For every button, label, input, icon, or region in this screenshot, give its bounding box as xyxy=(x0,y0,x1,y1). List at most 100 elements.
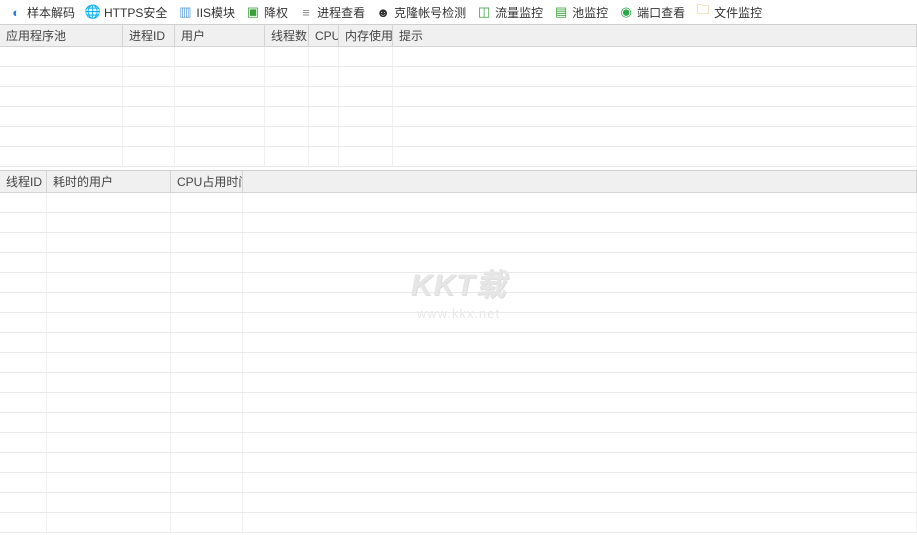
table-row[interactable] xyxy=(0,47,917,67)
table-cell xyxy=(171,373,243,392)
table-row[interactable] xyxy=(0,473,917,493)
table-cell xyxy=(0,293,47,312)
column-header[interactable]: CPU占用时间 xyxy=(171,171,243,192)
table-row[interactable] xyxy=(0,453,917,473)
toolbar-iis-module[interactable]: ▥ IIS模块 xyxy=(175,4,237,21)
table-cell xyxy=(339,67,393,86)
table-cell xyxy=(171,293,243,312)
table-row[interactable] xyxy=(0,433,917,453)
table-row[interactable] xyxy=(0,107,917,127)
table-row[interactable] xyxy=(0,193,917,213)
process-icon: ≡ xyxy=(298,4,314,20)
table-cell xyxy=(0,193,47,212)
lower-priv-icon: ▣ xyxy=(245,4,261,20)
table-row[interactable] xyxy=(0,273,917,293)
table-cell xyxy=(0,333,47,352)
toolbar-label: 文件监控 xyxy=(714,4,762,21)
column-header[interactable]: 提示 xyxy=(393,25,917,46)
table-cell xyxy=(47,493,171,512)
table-cell xyxy=(309,87,339,106)
table-cell xyxy=(175,87,265,106)
table-cell xyxy=(171,493,243,512)
table-cell xyxy=(171,473,243,492)
column-header[interactable]: 耗时的用户 xyxy=(47,171,171,192)
table-cell xyxy=(339,47,393,66)
module-icon: ▥ xyxy=(177,4,193,20)
column-header[interactable]: 内存使用 xyxy=(339,25,393,46)
table-cell xyxy=(123,67,175,86)
table-row[interactable] xyxy=(0,413,917,433)
column-header[interactable]: 进程ID xyxy=(123,25,175,46)
column-header[interactable] xyxy=(243,171,917,192)
table-cell xyxy=(47,413,171,432)
table-cell xyxy=(309,107,339,126)
table-cell xyxy=(47,433,171,452)
thread-table-body[interactable] xyxy=(0,193,917,533)
table-cell xyxy=(393,87,917,106)
toolbar-sample-decode[interactable]: ◐ 样本解码 xyxy=(6,4,77,21)
table-cell xyxy=(175,147,265,166)
table-cell xyxy=(47,513,171,532)
table-cell xyxy=(171,313,243,332)
table-cell xyxy=(0,253,47,272)
table-cell xyxy=(175,67,265,86)
table-cell xyxy=(0,147,123,166)
table-row[interactable] xyxy=(0,213,917,233)
table-row[interactable] xyxy=(0,67,917,87)
table-cell xyxy=(171,393,243,412)
table-cell xyxy=(47,273,171,292)
column-header[interactable]: 线程ID xyxy=(0,171,47,192)
table-row[interactable] xyxy=(0,513,917,533)
table-cell xyxy=(393,47,917,66)
toolbar-process-view[interactable]: ≡ 进程查看 xyxy=(296,4,367,21)
toolbar-file-monitor[interactable]: 🗀 文件监控 xyxy=(693,4,764,21)
table-cell xyxy=(243,433,917,452)
thread-table-header: 线程ID耗时的用户CPU占用时间 xyxy=(0,171,917,193)
table-cell xyxy=(243,373,917,392)
table-cell xyxy=(47,393,171,412)
toolbar-clone-account[interactable]: ☻ 克隆帐号检测 xyxy=(373,4,468,21)
table-cell xyxy=(171,333,243,352)
table-row[interactable] xyxy=(0,87,917,107)
table-cell xyxy=(393,147,917,166)
table-row[interactable] xyxy=(0,313,917,333)
column-header[interactable]: CPU xyxy=(309,25,339,46)
pool-icon: ▤ xyxy=(553,4,569,20)
table-cell xyxy=(339,87,393,106)
table-row[interactable] xyxy=(0,293,917,313)
table-row[interactable] xyxy=(0,147,917,167)
table-cell xyxy=(0,513,47,532)
toolbar-label: HTTPS安全 xyxy=(104,4,167,21)
toolbar-label: 流量监控 xyxy=(495,4,543,21)
toolbar-pool-monitor[interactable]: ▤ 池监控 xyxy=(551,4,610,21)
table-row[interactable] xyxy=(0,333,917,353)
column-header[interactable]: 应用程序池 xyxy=(0,25,123,46)
table-cell xyxy=(339,127,393,146)
table-cell xyxy=(47,473,171,492)
table-cell xyxy=(0,107,123,126)
table-cell xyxy=(47,313,171,332)
table-row[interactable] xyxy=(0,393,917,413)
table-cell xyxy=(175,47,265,66)
column-header[interactable]: 线程数 xyxy=(265,25,309,46)
table-cell xyxy=(0,413,47,432)
table-cell xyxy=(123,47,175,66)
table-cell xyxy=(171,273,243,292)
process-table-body[interactable] xyxy=(0,47,917,167)
table-row[interactable] xyxy=(0,253,917,273)
table-row[interactable] xyxy=(0,233,917,253)
table-row[interactable] xyxy=(0,127,917,147)
table-row[interactable] xyxy=(0,373,917,393)
table-row[interactable] xyxy=(0,493,917,513)
table-row[interactable] xyxy=(0,353,917,373)
table-cell xyxy=(123,127,175,146)
toolbar-port-view[interactable]: ◉ 端口查看 xyxy=(616,4,687,21)
table-cell xyxy=(47,353,171,372)
toolbar-traffic-monitor[interactable]: ◫ 流量监控 xyxy=(474,4,545,21)
toolbar-lower-priv[interactable]: ▣ 降权 xyxy=(243,4,290,21)
decode-icon: ◐ xyxy=(8,4,24,20)
table-cell xyxy=(0,353,47,372)
column-header[interactable]: 用户 xyxy=(175,25,265,46)
table-cell xyxy=(175,107,265,126)
toolbar-https-security[interactable]: 🌐 HTTPS安全 xyxy=(83,4,169,21)
